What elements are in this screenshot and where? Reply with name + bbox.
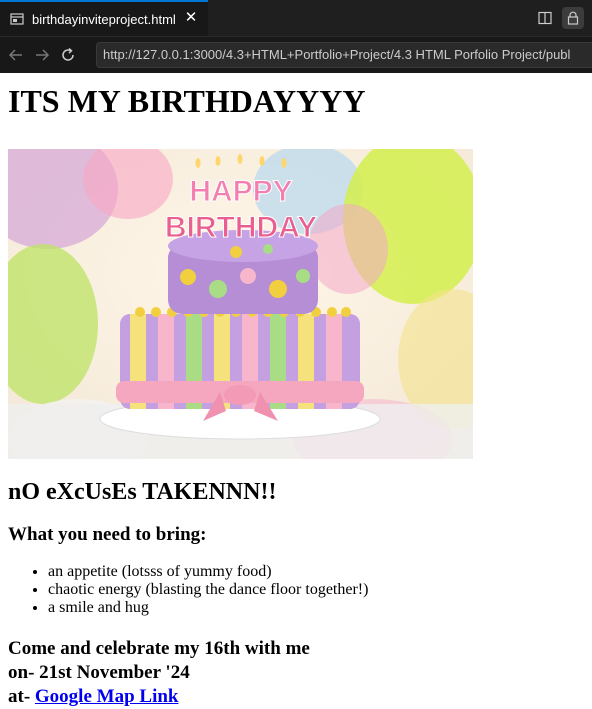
event-details: Come and celebrate my 16th with me on- 2… bbox=[8, 637, 584, 709]
cake-topper-bottom: BIRTHDAY bbox=[165, 211, 317, 244]
location-prefix: at- bbox=[8, 686, 35, 707]
back-arrow-icon[interactable] bbox=[6, 45, 26, 65]
list-item: chaotic energy (blasting the dance floor… bbox=[48, 581, 584, 599]
navigation-bar: http://127.0.0.1:3000/4.3+HTML+Portfolio… bbox=[0, 37, 592, 73]
location-line: at- Google Map Link bbox=[8, 685, 584, 709]
browser-tab[interactable]: birthdayinviteproject.html ✕ bbox=[0, 0, 208, 36]
bring-heading: What you need to bring: bbox=[8, 524, 207, 545]
close-icon[interactable]: ✕ bbox=[182, 9, 200, 27]
page-content: ITS MY BIRTHDAYYYY HAPPY BIRTHDAY nO eXc… bbox=[0, 73, 592, 709]
list-item: a smile and hug bbox=[48, 599, 584, 617]
forward-arrow-icon[interactable] bbox=[32, 45, 52, 65]
lock-icon[interactable] bbox=[562, 7, 584, 29]
url-field[interactable]: http://127.0.0.1:3000/4.3+HTML+Portfolio… bbox=[96, 42, 592, 68]
list-item: an appetite (lotsss of yummy food) bbox=[48, 563, 584, 581]
subheading: nO eXcUsEs TAKENNN!! bbox=[8, 479, 277, 505]
tab-title: birthdayinviteproject.html bbox=[32, 11, 176, 27]
cake-topper-top: HAPPY bbox=[189, 175, 292, 208]
celebrate-line: Come and celebrate my 16th with me bbox=[8, 638, 310, 659]
split-editor-icon[interactable] bbox=[534, 7, 556, 29]
page-title: ITS MY BIRTHDAYYYY bbox=[8, 83, 366, 119]
reload-icon[interactable] bbox=[58, 45, 78, 65]
google-map-link[interactable]: Google Map Link bbox=[35, 686, 179, 707]
bring-list: an appetite (lotsss of yummy food) chaot… bbox=[8, 563, 584, 617]
browser-page-icon bbox=[10, 13, 24, 25]
date-line: on- 21st November '24 bbox=[8, 662, 190, 683]
tab-actions bbox=[534, 7, 584, 29]
birthday-cake-image: HAPPY BIRTHDAY bbox=[8, 149, 473, 459]
tab-bar: birthdayinviteproject.html ✕ bbox=[0, 0, 592, 37]
